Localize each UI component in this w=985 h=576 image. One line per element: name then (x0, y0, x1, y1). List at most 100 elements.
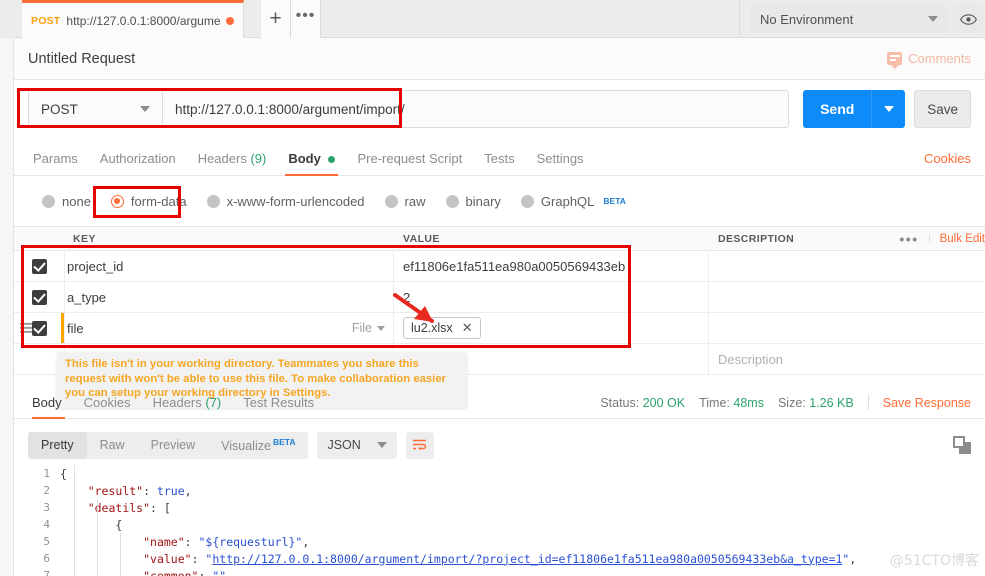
description-placeholder: Description (718, 351, 784, 367)
radio-icon (206, 194, 220, 208)
comments-label: Comments (908, 51, 971, 66)
response-tab-body[interactable]: Body (28, 395, 73, 419)
body-type-radio-group: none form-data x-www-form-urlencoded raw… (14, 176, 985, 226)
response-body-code[interactable]: 1{ 2 "result": true, 3 "deatils": [ 4 { … (14, 465, 985, 576)
code-line: 5 "name": "${requesturl}", (14, 533, 985, 550)
body-type-raw[interactable]: raw (377, 190, 434, 213)
environment-area: No Environment (739, 0, 985, 38)
table-row[interactable]: a_type 2 (14, 282, 985, 313)
environment-quick-look-button[interactable] (953, 5, 983, 33)
http-method-label: POST (41, 101, 78, 117)
response-toolbar: Pretty Raw Preview Visualize BETA JSON (14, 425, 985, 465)
row-key-value: file (67, 320, 84, 336)
new-tab-button[interactable]: + (261, 0, 291, 38)
row-checkbox-cell (14, 313, 64, 343)
postman-window: POST http://127.0.0.1:8000/argume... + •… (0, 0, 985, 576)
time-label: Time: (699, 395, 730, 410)
row-key-cell[interactable]: file File (64, 313, 394, 343)
response-tab-cookies[interactable]: Cookies (73, 395, 142, 418)
row-type-select[interactable]: File (352, 321, 385, 335)
size-value: 1.26 KB (809, 395, 854, 410)
view-mode-preview[interactable]: Preview (138, 432, 208, 459)
annotation-arrow (393, 293, 434, 323)
code-line: 4 { (14, 516, 985, 533)
send-button[interactable]: Send (803, 90, 872, 128)
view-mode-raw[interactable]: Raw (87, 432, 138, 459)
save-response-button[interactable]: Save Response (883, 396, 971, 410)
body-type-form-data[interactable]: form-data (103, 190, 195, 213)
view-mode-visualize[interactable]: Visualize BETA (208, 429, 308, 460)
row-value-cell[interactable]: lu2.xlsx ✕ (394, 313, 709, 343)
bulk-edit-button[interactable]: Bulk Edit (930, 233, 985, 245)
tab-pre-request-script[interactable]: Pre-request Script (346, 151, 473, 175)
request-title-row: Untitled Request Comments (14, 38, 985, 80)
row-active-indicator (61, 313, 64, 343)
request-tab[interactable]: POST http://127.0.0.1:8000/argume... (22, 0, 244, 38)
body-type-none[interactable]: none (34, 190, 99, 213)
tab-settings[interactable]: Settings (526, 151, 595, 175)
line-number: 1 (43, 467, 50, 480)
row-value-cell[interactable]: 2 (394, 282, 709, 312)
table-row[interactable]: file File lu2.xlsx ✕ (14, 313, 985, 344)
row-description-cell[interactable] (709, 313, 985, 343)
row-description-cell[interactable] (709, 282, 985, 312)
word-wrap-button[interactable] (405, 431, 434, 459)
view-mode-visualize-label: Visualize (221, 439, 271, 454)
tab-pre-request-script-label: Pre-request Script (357, 151, 463, 166)
send-options-button[interactable] (871, 90, 906, 128)
body-type-binary[interactable]: binary (438, 190, 509, 213)
cookies-link[interactable]: Cookies (924, 151, 971, 175)
chevron-down-icon (883, 106, 894, 112)
size-label: Size: (777, 395, 806, 410)
tab-body[interactable]: Body (277, 151, 346, 176)
response-tab-headers-count: (7) (205, 395, 222, 410)
row-key-value: project_id (67, 258, 124, 274)
body-type-graphql[interactable]: GraphQL BETA (513, 190, 634, 213)
tab-options-button[interactable]: ••• (291, 0, 321, 38)
radio-icon (42, 194, 55, 208)
row-checkbox[interactable] (31, 289, 47, 305)
view-mode-pretty[interactable]: Pretty (28, 431, 87, 459)
tab-tests-label: Tests (484, 151, 515, 166)
url-bar: POST http://127.0.0.1:8000/argument/impo… (14, 80, 985, 138)
http-method-select[interactable]: POST (28, 90, 162, 128)
row-checkbox[interactable] (31, 258, 47, 274)
line-number: 7 (43, 569, 50, 576)
row-key-cell[interactable]: project_id (64, 251, 394, 281)
table-row[interactable]: project_id ef11806e1fa511ea980a005056943… (14, 251, 985, 282)
body-type-raw-label: raw (404, 193, 426, 209)
environment-select[interactable]: No Environment (750, 5, 948, 33)
tab-headers[interactable]: Headers (9) (187, 151, 278, 175)
word-wrap-icon (413, 439, 427, 451)
row-description-cell[interactable]: Description (709, 344, 985, 374)
code-text: { (60, 517, 123, 532)
tab-params[interactable]: Params (28, 151, 89, 175)
copy-to-clipboard-button[interactable] (953, 436, 971, 454)
time-value: 48ms (733, 395, 764, 410)
remove-file-icon[interactable]: ✕ (462, 320, 473, 336)
row-value-cell[interactable]: ef11806e1fa511ea980a0050569433eb (394, 251, 709, 281)
header-description: DESCRIPTION ••• Bulk Edit (709, 227, 985, 250)
table-options-button[interactable]: ••• (889, 232, 930, 246)
code-line: 6 "value": "http://127.0.0.1:8000/argume… (14, 550, 985, 567)
row-description-cell[interactable] (709, 251, 985, 281)
comments-button[interactable]: Comments (887, 51, 971, 69)
tab-authorization[interactable]: Authorization (89, 151, 187, 175)
indent-guide (97, 499, 98, 576)
body-type-urlencoded[interactable]: x-www-form-urlencoded (199, 190, 373, 213)
row-checkbox-cell (14, 282, 64, 312)
tab-authorization-label: Authorization (99, 151, 176, 166)
response-tab-headers-label: Headers (152, 395, 202, 410)
url-input[interactable]: http://127.0.0.1:8000/argument/import/ (162, 90, 790, 128)
radio-icon (384, 194, 398, 208)
response-format-select[interactable]: JSON (317, 431, 397, 459)
code-line: 2 "result": true, (14, 482, 985, 499)
tab-tests[interactable]: Tests (473, 151, 525, 175)
response-tab-test-results[interactable]: Test Results (232, 395, 325, 418)
code-text: "deatils": [ (87, 500, 171, 515)
sidebar-rail-top (0, 0, 14, 38)
response-tab-headers[interactable]: Headers (7) (142, 395, 233, 418)
row-checkbox[interactable] (31, 320, 47, 336)
row-key-cell[interactable]: a_type (64, 282, 394, 312)
save-button[interactable]: Save (914, 90, 971, 128)
